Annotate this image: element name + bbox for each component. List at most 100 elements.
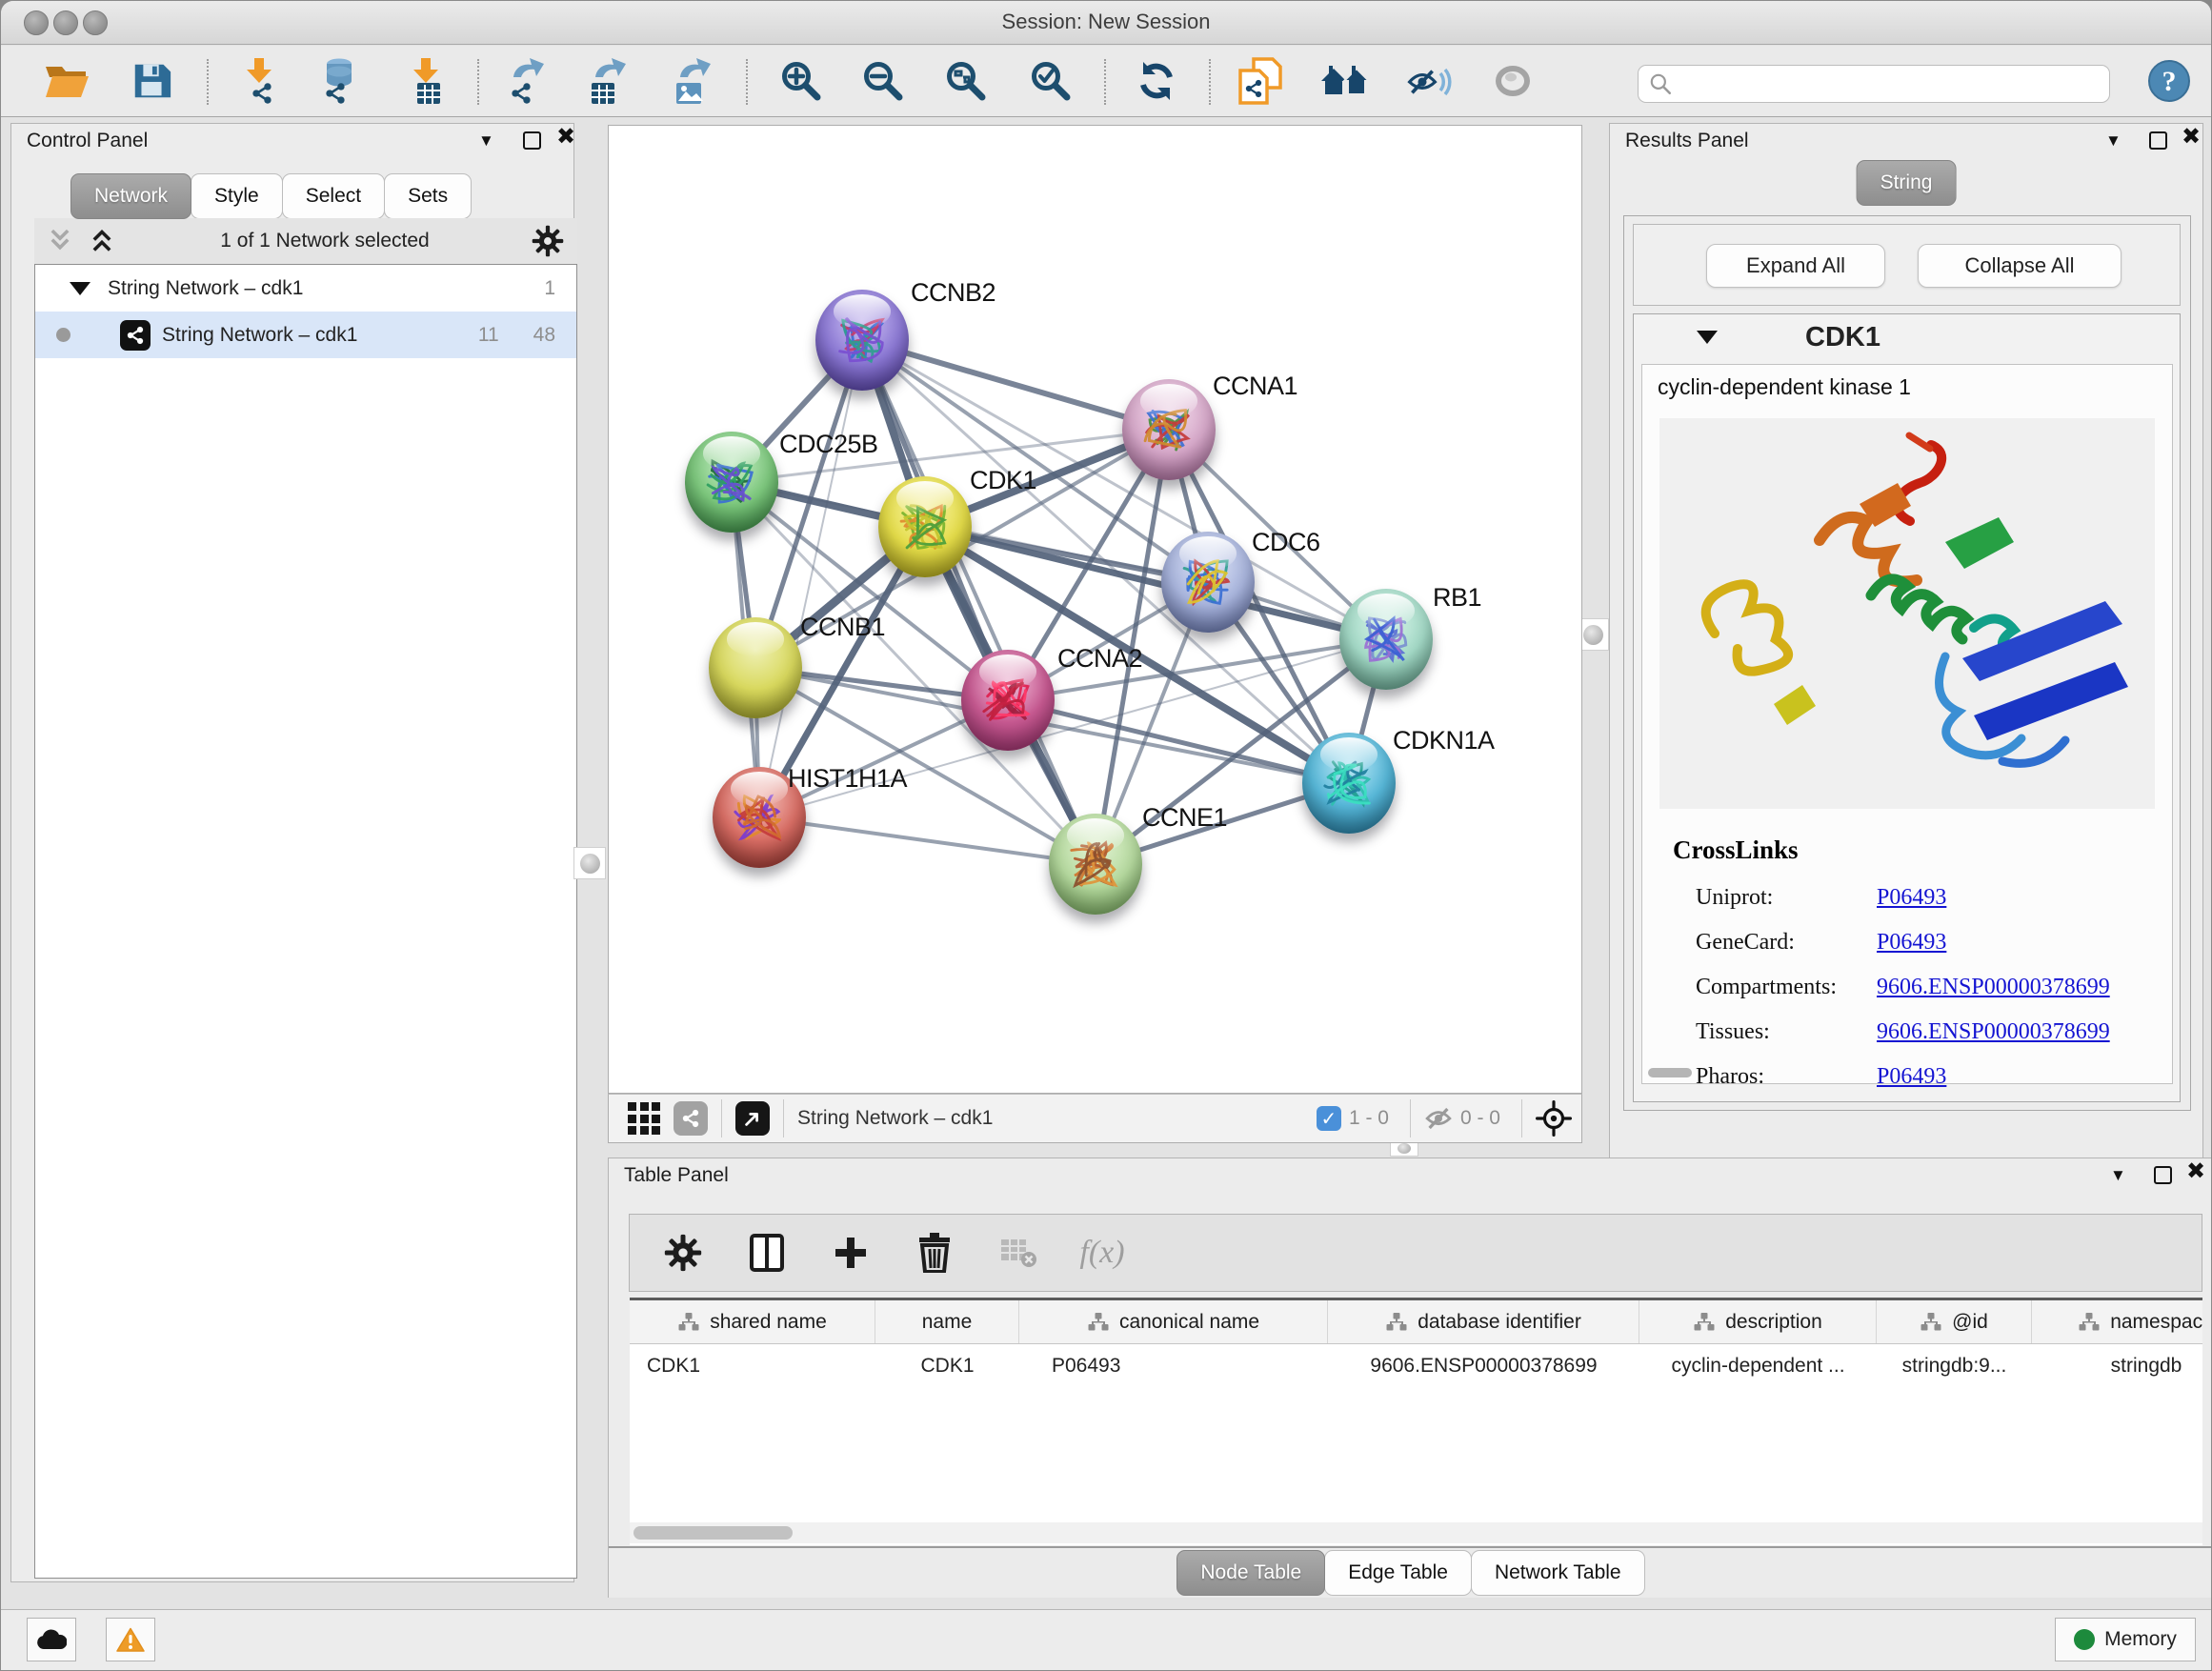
network-node-ccnb1[interactable] bbox=[709, 617, 802, 718]
network-node-ccna2[interactable] bbox=[961, 650, 1055, 751]
export-table-button[interactable] bbox=[578, 53, 633, 109]
crosslink-link[interactable]: P06493 bbox=[1877, 930, 1946, 956]
network-node-ccne1[interactable] bbox=[1049, 814, 1142, 915]
network-canvas[interactable]: CCNB2CCNA1CDC25BCDK1CDC6RB1CCNB1CCNA2CDK… bbox=[608, 125, 1582, 1094]
zoom-fit-button[interactable] bbox=[938, 53, 994, 109]
gene-section-header[interactable]: CDK1 bbox=[1634, 314, 2180, 360]
results-hscrollbar[interactable] bbox=[1648, 1068, 1692, 1077]
table-cell[interactable]: stringdb:9... bbox=[1877, 1344, 2032, 1388]
expand-all-button[interactable]: Expand All bbox=[1706, 244, 1885, 288]
memory-button[interactable]: Memory bbox=[2055, 1618, 2196, 1661]
zoom-selected-button[interactable] bbox=[1023, 53, 1078, 109]
tab-edge-table[interactable]: Edge Table bbox=[1324, 1550, 1472, 1596]
table-cell[interactable]: CDK1 bbox=[630, 1344, 875, 1388]
grid-view-icon[interactable] bbox=[628, 1102, 660, 1135]
network-node-cdc25b[interactable] bbox=[685, 432, 778, 533]
network-options-gear-icon[interactable] bbox=[532, 225, 564, 257]
hierarchy-icon bbox=[1087, 1311, 1110, 1334]
tab-select[interactable]: Select bbox=[282, 173, 385, 219]
tab-network-table[interactable]: Network Table bbox=[1471, 1550, 1645, 1596]
table-cell[interactable]: CDK1 bbox=[875, 1344, 1019, 1388]
column-header-database-identifier[interactable]: database identifier bbox=[1328, 1300, 1639, 1343]
table-hscrollbar-thumb[interactable] bbox=[633, 1526, 793, 1540]
zoom-out-button[interactable] bbox=[855, 53, 911, 109]
birds-eye-view-icon[interactable] bbox=[735, 1101, 770, 1136]
show-hidden-button[interactable] bbox=[1485, 53, 1540, 109]
export-image-button[interactable] bbox=[663, 53, 718, 109]
open-session-button[interactable] bbox=[40, 53, 95, 109]
float-panel-icon[interactable] bbox=[2149, 131, 2167, 150]
network-view-type-icon[interactable] bbox=[674, 1101, 708, 1136]
network-node-cdkn1a[interactable] bbox=[1302, 733, 1396, 834]
network-row-selected[interactable]: String Network – cdk1 11 48 bbox=[35, 312, 576, 358]
warnings-button[interactable] bbox=[106, 1618, 155, 1661]
tab-network[interactable]: Network bbox=[70, 173, 191, 219]
column-header-namespace[interactable]: namespace bbox=[2032, 1300, 2202, 1343]
cloud-status-button[interactable] bbox=[27, 1618, 76, 1661]
crosslink-link[interactable]: 9606.ENSP00000378699 bbox=[1877, 975, 2110, 1000]
tab-sets[interactable]: Sets bbox=[384, 173, 472, 219]
collapse-all-icon[interactable] bbox=[44, 227, 76, 255]
close-panel-icon[interactable]: ✖ bbox=[2186, 1162, 2205, 1181]
column-header-shared-name[interactable]: shared name bbox=[630, 1300, 875, 1343]
node-label-cdk1: CDK1 bbox=[970, 466, 1036, 495]
network-node-rb1[interactable] bbox=[1339, 589, 1433, 690]
float-panel-icon[interactable] bbox=[2154, 1166, 2172, 1184]
export-network-button[interactable] bbox=[496, 53, 552, 109]
network-node-ccna1[interactable] bbox=[1122, 379, 1216, 480]
close-panel-icon[interactable]: ✖ bbox=[556, 128, 575, 147]
tab-style[interactable]: Style bbox=[191, 173, 283, 219]
refresh-view-button[interactable] bbox=[1129, 53, 1184, 109]
section-expand-icon[interactable] bbox=[1697, 331, 1718, 344]
table-options-gear-icon[interactable] bbox=[660, 1230, 706, 1276]
column-header-@id[interactable]: @id bbox=[1877, 1300, 2032, 1343]
network-node-ccnb2[interactable] bbox=[815, 290, 909, 391]
collapse-all-button[interactable]: Collapse All bbox=[1918, 244, 2122, 288]
toolbar-search-field[interactable] bbox=[1638, 65, 2110, 103]
tab-string[interactable]: String bbox=[1857, 160, 1957, 206]
import-network-file-button[interactable] bbox=[231, 53, 287, 109]
table-row[interactable]: CDK1CDK1P064939606.ENSP00000378699cyclin… bbox=[630, 1344, 2202, 1388]
panel-menu-icon[interactable]: ▼ bbox=[2105, 131, 2122, 151]
show-columns-icon[interactable] bbox=[744, 1230, 790, 1276]
close-panel-icon[interactable]: ✖ bbox=[2182, 128, 2201, 147]
hide-selected-button[interactable] bbox=[1401, 53, 1457, 109]
hidden-eye-icon[interactable] bbox=[1424, 1104, 1453, 1133]
panel-menu-icon[interactable]: ▼ bbox=[478, 131, 494, 151]
help-button[interactable]: ? bbox=[2142, 53, 2197, 109]
show-all-button[interactable] bbox=[1318, 53, 1374, 109]
network-node-cdc6[interactable] bbox=[1161, 532, 1255, 633]
import-table-file-button[interactable] bbox=[398, 53, 453, 109]
crosslink-link[interactable]: P06493 bbox=[1877, 1064, 1946, 1090]
float-panel-icon[interactable] bbox=[523, 131, 541, 150]
collection-expand-icon[interactable] bbox=[70, 282, 90, 295]
tab-node-table[interactable]: Node Table bbox=[1176, 1550, 1325, 1596]
network-collection-row[interactable]: String Network – cdk1 1 bbox=[35, 265, 576, 312]
table-cell[interactable]: 9606.ENSP00000378699 bbox=[1328, 1344, 1639, 1388]
panel-menu-icon[interactable]: ▼ bbox=[2110, 1166, 2126, 1185]
import-network-database-button[interactable] bbox=[311, 53, 366, 109]
column-header-description[interactable]: description bbox=[1639, 1300, 1877, 1343]
search-input[interactable] bbox=[1673, 70, 2109, 98]
column-header-name[interactable]: name bbox=[875, 1300, 1019, 1343]
selected-checkbox-icon[interactable]: ✓ bbox=[1317, 1106, 1341, 1131]
create-column-plus-icon[interactable] bbox=[828, 1230, 874, 1276]
crosslink-link[interactable]: P06493 bbox=[1877, 885, 1946, 911]
table-cell[interactable]: P06493 bbox=[1019, 1344, 1328, 1388]
delete-column-trash-icon[interactable] bbox=[912, 1230, 957, 1276]
table-cell[interactable]: stringdb bbox=[2032, 1344, 2202, 1388]
left-splitter-handle[interactable] bbox=[573, 847, 606, 879]
network-edge[interactable] bbox=[759, 817, 1096, 864]
fit-selected-crosshair-icon[interactable] bbox=[1536, 1100, 1572, 1137]
column-header-canonical-name[interactable]: canonical name bbox=[1019, 1300, 1328, 1343]
network-node-cdk1[interactable] bbox=[878, 476, 972, 577]
expand-all-icon[interactable] bbox=[86, 227, 118, 255]
import-network-icon bbox=[235, 56, 283, 106]
table-hscrollbar[interactable] bbox=[630, 1522, 2202, 1543]
table-cell[interactable]: cyclin-dependent ... bbox=[1639, 1344, 1877, 1388]
zoom-in-button[interactable] bbox=[774, 53, 829, 109]
save-session-button[interactable] bbox=[124, 53, 179, 109]
crosslink-link[interactable]: 9606.ENSP00000378699 bbox=[1877, 1019, 2110, 1045]
network-edge[interactable] bbox=[759, 340, 862, 817]
clone-network-button[interactable] bbox=[1233, 53, 1288, 109]
